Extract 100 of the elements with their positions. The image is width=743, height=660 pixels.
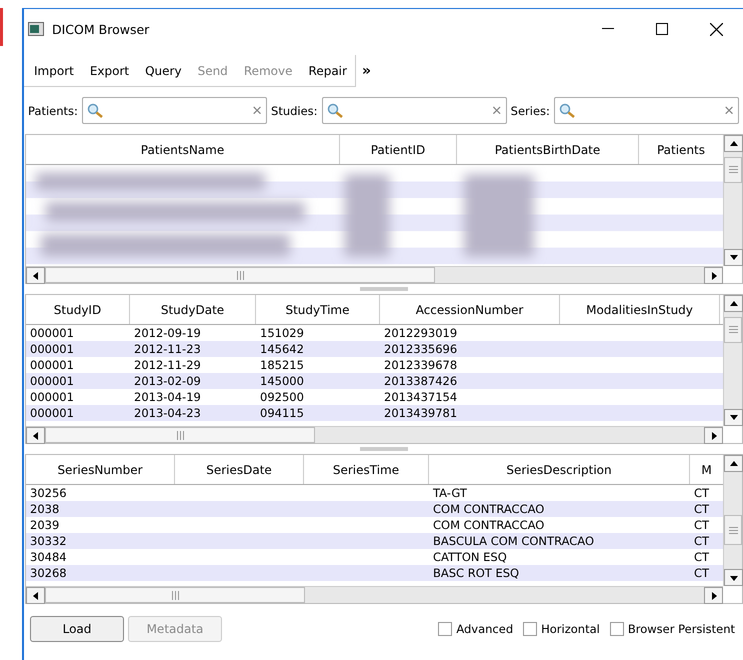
search-field[interactable]: × [82, 97, 268, 124]
scroll-left-button[interactable] [26, 267, 45, 284]
table-row[interactable]: 2038 COM CONTRACCAO CT [26, 501, 723, 517]
scroll-thumb[interactable] [45, 267, 435, 283]
table-cell-text: 145642 [259, 341, 305, 357]
toolbar-button[interactable]: Export [82, 55, 138, 86]
scroll-down-button[interactable] [724, 248, 743, 266]
table-cell-text: BASCULA COM CONTRACAO [432, 533, 595, 549]
column-header[interactable]: PatientsBirthDate [457, 135, 639, 164]
push-button[interactable]: Load [30, 616, 124, 642]
table-cell-text: 000001 [29, 325, 75, 341]
vertical-scrollbar[interactable] [723, 455, 742, 586]
vertical-scrollbar[interactable] [723, 135, 742, 266]
toolbar-button[interactable]: Query [137, 55, 190, 86]
table-cell-text: 30256 [29, 485, 68, 501]
search-field[interactable]: × [322, 97, 507, 124]
checkbox[interactable] [523, 622, 538, 636]
clear-button[interactable]: × [724, 102, 734, 119]
scroll-thumb[interactable] [724, 514, 742, 546]
column-header[interactable]: AccessionNumber [380, 295, 560, 324]
close-icon [710, 22, 722, 36]
toolbar-button[interactable]: Repair [300, 55, 355, 86]
column-header[interactable]: SeriesDescription [429, 455, 690, 484]
column-header[interactable]: StudyTime [256, 295, 380, 324]
table-cell-text: 2013439781 [383, 405, 458, 421]
search-icon [86, 102, 105, 118]
table-cell-text: CT [693, 549, 710, 565]
right-arrow-icon [710, 592, 718, 600]
right-arrow-icon [710, 272, 718, 280]
table-cell-text: 145000 [259, 373, 305, 389]
scroll-thumb[interactable] [45, 427, 315, 443]
checkbox[interactable] [610, 622, 624, 636]
clear-button[interactable]: × [252, 102, 262, 119]
scroll-left-button[interactable] [26, 427, 45, 444]
table-cell-text: 30484 [29, 549, 68, 565]
table-cell-text: 2012293019 [383, 325, 458, 341]
search-field[interactable]: × [554, 97, 739, 124]
filter-label: Studies: [271, 104, 318, 118]
checkbox[interactable] [438, 622, 452, 636]
scroll-down-button[interactable] [724, 408, 743, 426]
left-arrow-icon [32, 432, 40, 440]
scroll-right-button[interactable] [704, 427, 723, 444]
toolbar-button[interactable]: Import [26, 55, 82, 86]
column-header[interactable]: StudyDate [130, 295, 256, 324]
scroll-up-button[interactable] [724, 455, 743, 472]
checkbox-label: Advanced [456, 622, 514, 636]
table-cell-text: CT [693, 485, 710, 501]
column-header[interactable]: SeriesDate [175, 455, 304, 484]
table-cell-text: 2012-11-23 [133, 341, 202, 357]
scroll-thumb[interactable] [724, 316, 742, 342]
right-arrow-icon [710, 432, 718, 440]
table-cell-text: 000001 [29, 341, 75, 357]
table-cell-text: 2012-11-29 [133, 357, 202, 373]
grip-icon [176, 430, 184, 440]
horizontal-scrollbar[interactable] [26, 426, 723, 443]
column-header[interactable]: PatientsName [26, 135, 340, 164]
horizontal-scrollbar[interactable] [26, 266, 723, 283]
table-cell-text: TA-GT [432, 485, 468, 501]
table-cell-text: CATTON ESQ [432, 549, 508, 565]
table-cell-text: BASC ROT ESQ [432, 565, 520, 581]
scroll-right-button[interactable] [704, 267, 723, 284]
table-row[interactable]: 000001 2012-11-23 145642 2012335696 [26, 341, 723, 357]
scroll-down-button[interactable] [724, 569, 743, 586]
scroll-left-button[interactable] [26, 587, 45, 604]
table-cell-text: 094115 [259, 405, 305, 421]
column-header[interactable]: SeriesTime [304, 455, 429, 484]
scroll-thumb[interactable] [45, 587, 305, 603]
maximize-icon [656, 23, 668, 35]
scroll-thumb[interactable] [724, 156, 742, 182]
left-arrow-icon [32, 272, 40, 280]
table-row[interactable]: 000001 2013-04-23 094115 2013439781 [26, 405, 723, 421]
table-row[interactable]: 30332 BASCULA COM CONTRACAO CT [26, 533, 723, 549]
column-header[interactable]: PatientID [340, 135, 457, 164]
more-button[interactable]: » [356, 63, 377, 79]
table-cell-text: 30332 [29, 533, 68, 549]
down-arrow-icon [730, 413, 738, 422]
table-cell-text: 185215 [259, 357, 305, 373]
table-cell-text: CT [693, 501, 710, 517]
column-header[interactable]: StudyID [26, 295, 130, 324]
checkbox-label: Horizontal [541, 622, 600, 636]
table-row[interactable]: 000001 2013-02-09 145000 2013387426 [26, 373, 723, 389]
scroll-right-button[interactable] [704, 587, 723, 604]
grip-icon [728, 526, 738, 534]
down-arrow-icon [730, 574, 738, 582]
table-cell-text: 092500 [259, 389, 305, 405]
table-cell-text: 000001 [29, 357, 75, 373]
scroll-up-button[interactable] [724, 135, 743, 152]
filter-label: Series: [510, 104, 550, 118]
window-title: DICOM Browser [52, 22, 150, 36]
column-header[interactable]: ModalitiesInStudy [560, 295, 720, 324]
filter-label: Patients: [28, 104, 78, 118]
column-header[interactable]: SeriesNumber [26, 455, 175, 484]
up-arrow-icon [730, 300, 738, 308]
vertical-scrollbar[interactable] [723, 295, 742, 426]
table-row[interactable]: 30268 BASC ROT ESQ CT [26, 565, 723, 581]
clear-button[interactable]: × [492, 102, 502, 119]
scroll-up-button[interactable] [724, 295, 743, 312]
table-cell-text: 000001 [29, 405, 75, 421]
horizontal-scrollbar[interactable] [26, 586, 723, 603]
table-cell-text: 2038 [29, 501, 60, 517]
